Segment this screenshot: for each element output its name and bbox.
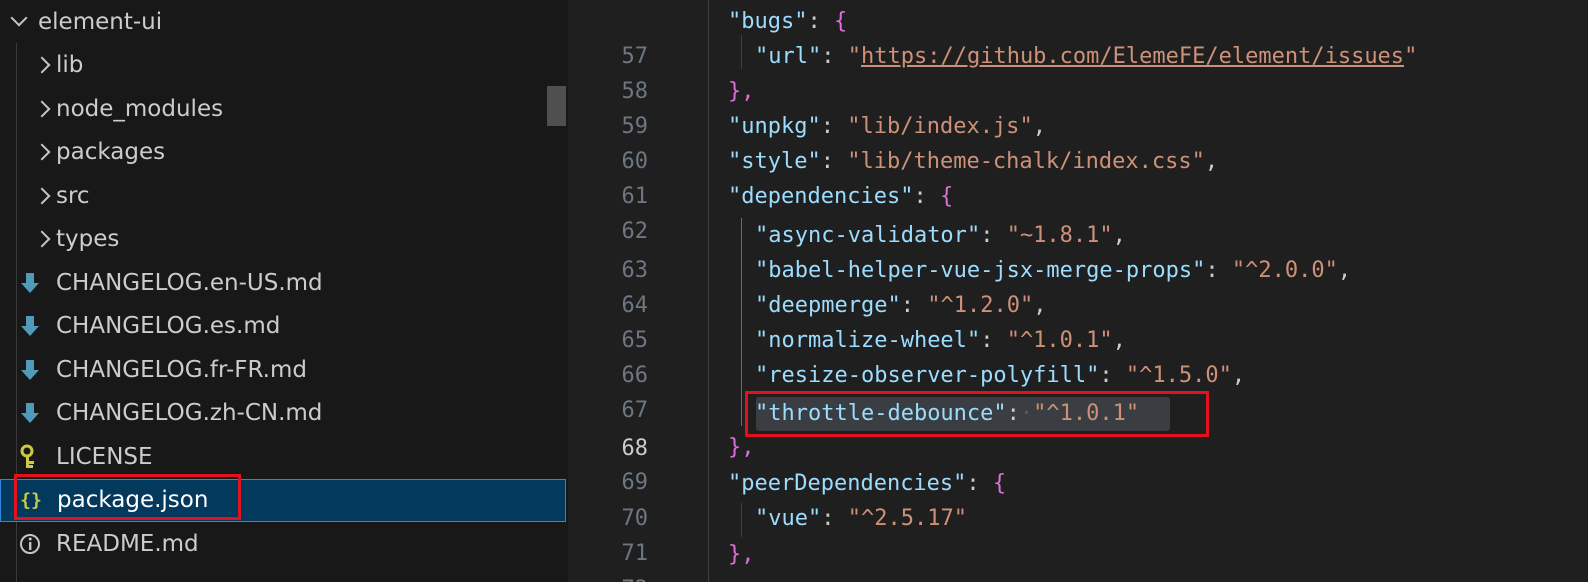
tree-item-label: src	[56, 182, 90, 209]
tree-item-label: LICENSE	[56, 443, 153, 470]
code-editor[interactable]: 57 "bugs": { 58 "url": "https://github.c…	[568, 0, 1588, 582]
tree-item-package-json[interactable]: {} package.json	[0, 478, 566, 522]
code-line-57[interactable]: 57 "bugs": {	[568, 4, 1588, 69]
tree-item-label: CHANGELOG.es.md	[56, 313, 281, 340]
tree-item-changelog-es[interactable]: CHANGELOG.es.md	[0, 305, 566, 349]
json-value: ^1.0.1	[1019, 328, 1100, 353]
code-line-70[interactable]: 70 "peerDependencies": {	[568, 466, 1588, 531]
tree-root-element-ui[interactable]: element-ui	[0, 0, 566, 44]
tree-item-label: package.json	[57, 487, 209, 514]
code-line-66[interactable]: 66 "normalize-wheel": "^1.0.1",	[568, 323, 1588, 388]
json-value: lib/index.js	[860, 114, 1020, 139]
json-key: dependencies	[741, 184, 901, 209]
json-key: throttle-debounce	[768, 401, 994, 426]
tree-item-changelog-en-us[interactable]: CHANGELOG.en-US.md	[0, 261, 566, 305]
json-bracket: },	[728, 542, 755, 567]
code-line-69[interactable]: 69 },	[568, 430, 1588, 495]
json-key: vue	[768, 506, 808, 531]
tree-item-label: lib	[56, 52, 84, 79]
tree-item-label: CHANGELOG.fr-FR.md	[56, 356, 307, 383]
tree-item-label: CHANGELOG.zh-CN.md	[56, 400, 323, 427]
chevron-down-icon	[10, 9, 28, 27]
chevron-right-icon	[33, 56, 51, 74]
json-bracket: {	[992, 471, 1007, 496]
tree-root-label: element-ui	[38, 8, 163, 35]
tree-item-label: README.md	[56, 530, 199, 557]
tree-item-lib[interactable]: lib	[0, 44, 566, 88]
code-line-71[interactable]: 71 "vue": "^2.5.17"	[568, 501, 1588, 566]
explorer-scrollbar-thumb[interactable]	[547, 86, 566, 126]
markdown-download-icon	[18, 313, 42, 339]
info-circle-icon	[18, 531, 42, 557]
code-line-64[interactable]: 64 "babel-helper-vue-jsx-merge-props": "…	[568, 253, 1588, 318]
json-key: unpkg	[741, 114, 808, 139]
json-bracket: },	[728, 435, 755, 460]
code-line-63[interactable]: 63 "async-validator": "~1.8.1",	[568, 218, 1588, 283]
code-line-60[interactable]: 60 "unpkg": "lib/index.js",	[568, 109, 1588, 174]
json-value: ^2.5.17	[861, 506, 954, 531]
tree-item-changelog-zh-cn[interactable]: CHANGELOG.zh-CN.md	[0, 392, 566, 436]
code-line-61[interactable]: 61 "style": "lib/theme-chalk/index.css",	[568, 144, 1588, 209]
code-line-58[interactable]: 58 "url": "https://github.com/ElemeFE/el…	[568, 39, 1588, 104]
tree-item-label: CHANGELOG.en-US.md	[56, 269, 323, 296]
json-key: peerDependencies	[741, 471, 954, 496]
code-line-68[interactable]: 68 "throttle-debounce":·"^1.0.1"	[568, 396, 1588, 461]
json-key: normalize-wheel	[768, 328, 967, 353]
tree-item-types[interactable]: types	[0, 218, 566, 262]
license-key-icon	[18, 444, 42, 470]
json-bracket: {	[833, 9, 848, 34]
file-explorer: element-ui lib node_modules packages src	[0, 0, 568, 582]
chevron-right-icon	[33, 230, 51, 248]
json-bracket: {	[939, 184, 954, 209]
tree-item-label: packages	[56, 139, 166, 166]
tree-item-src[interactable]: src	[0, 174, 566, 218]
markdown-download-icon	[18, 400, 42, 426]
tree-item-label: node_modules	[56, 95, 224, 122]
tree-item-changelog-fr-fr[interactable]: CHANGELOG.fr-FR.md	[0, 348, 566, 392]
json-braces-icon: {}	[20, 489, 42, 511]
code-line-65[interactable]: 65 "deepmerge": "^1.2.0",	[568, 288, 1588, 353]
chevron-right-icon	[33, 100, 51, 118]
tree-item-license[interactable]: LICENSE	[0, 435, 566, 479]
code-line-67[interactable]: 67 "resize-observer-polyfill": "^1.5.0",	[568, 358, 1588, 423]
json-key: deepmerge	[768, 293, 888, 318]
json-key: resize-observer-polyfill	[768, 363, 1087, 388]
json-key: bugs	[741, 9, 795, 34]
json-key: async-validator	[768, 223, 967, 248]
chevron-right-icon	[33, 143, 51, 161]
code-line-62[interactable]: 62 "dependencies": {	[568, 179, 1588, 244]
markdown-download-icon	[18, 270, 42, 296]
code-line-72[interactable]: 72 },	[568, 537, 1588, 582]
json-value: ^1.2.0	[940, 293, 1020, 318]
json-value: ^1.0.1	[1046, 401, 1126, 426]
json-bracket: },	[728, 79, 755, 104]
tree-item-readme[interactable]: README.md	[0, 522, 566, 566]
json-value: ^1.5.0	[1139, 363, 1219, 388]
tree-item-node-modules[interactable]: node_modules	[0, 87, 566, 131]
tree-item-packages[interactable]: packages	[0, 131, 566, 175]
code-line-59[interactable]: 59 },	[568, 74, 1588, 139]
tree-item-label: types	[56, 226, 120, 253]
json-key: style	[741, 149, 808, 174]
line-number: 72	[568, 572, 649, 582]
json-value: lib/theme-chalk/index.css	[860, 149, 1192, 174]
chevron-right-icon	[33, 187, 51, 205]
json-value: ^2.0.0	[1245, 258, 1325, 283]
json-value: ~1.8.1	[1019, 223, 1100, 248]
json-value-url-link[interactable]: https://github.com/ElemeFE/element/issue…	[861, 44, 1404, 69]
json-key: url	[768, 44, 808, 69]
json-key: babel-helper-vue-jsx-merge-props	[768, 258, 1193, 283]
markdown-download-icon	[18, 357, 42, 383]
